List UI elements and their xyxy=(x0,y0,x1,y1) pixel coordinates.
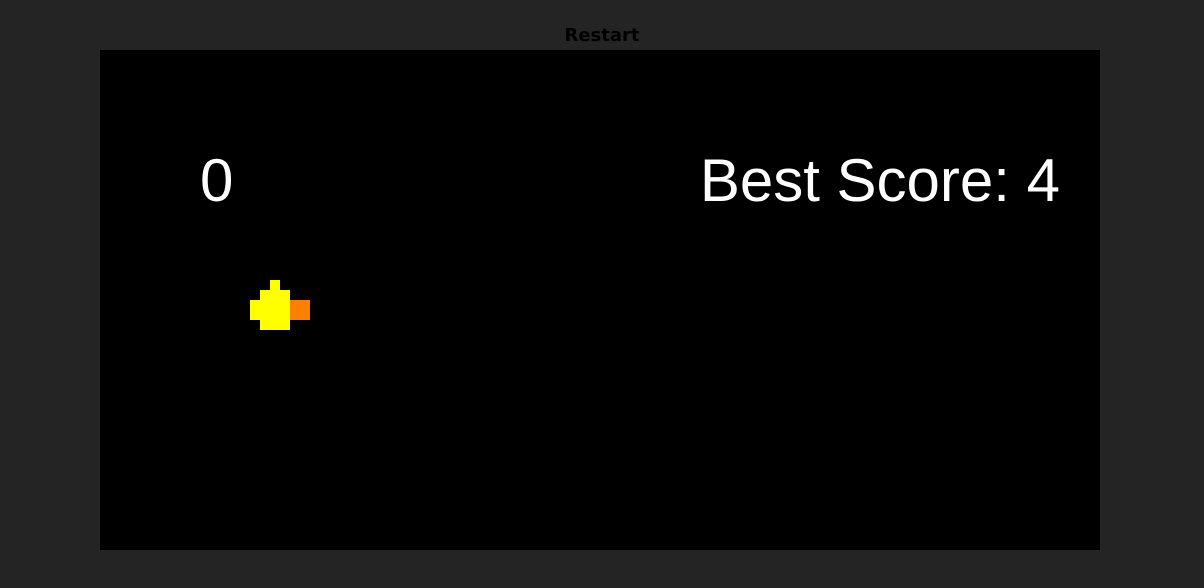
bird-tail xyxy=(260,320,290,330)
bird-crest xyxy=(270,280,280,290)
restart-button[interactable]: Restart xyxy=(0,24,1204,48)
bird-head xyxy=(260,290,290,300)
current-score: 0 xyxy=(200,147,234,214)
best-score-label: Best Score: xyxy=(699,147,1010,214)
bird-body xyxy=(250,300,290,320)
best-score-value: 4 xyxy=(1026,147,1060,214)
pixel-bird-icon xyxy=(250,280,310,330)
best-score: Best Score: 4 xyxy=(700,146,1060,216)
game-canvas[interactable]: 0 Best Score: 4 xyxy=(100,50,1100,550)
bird-beak xyxy=(290,300,310,320)
